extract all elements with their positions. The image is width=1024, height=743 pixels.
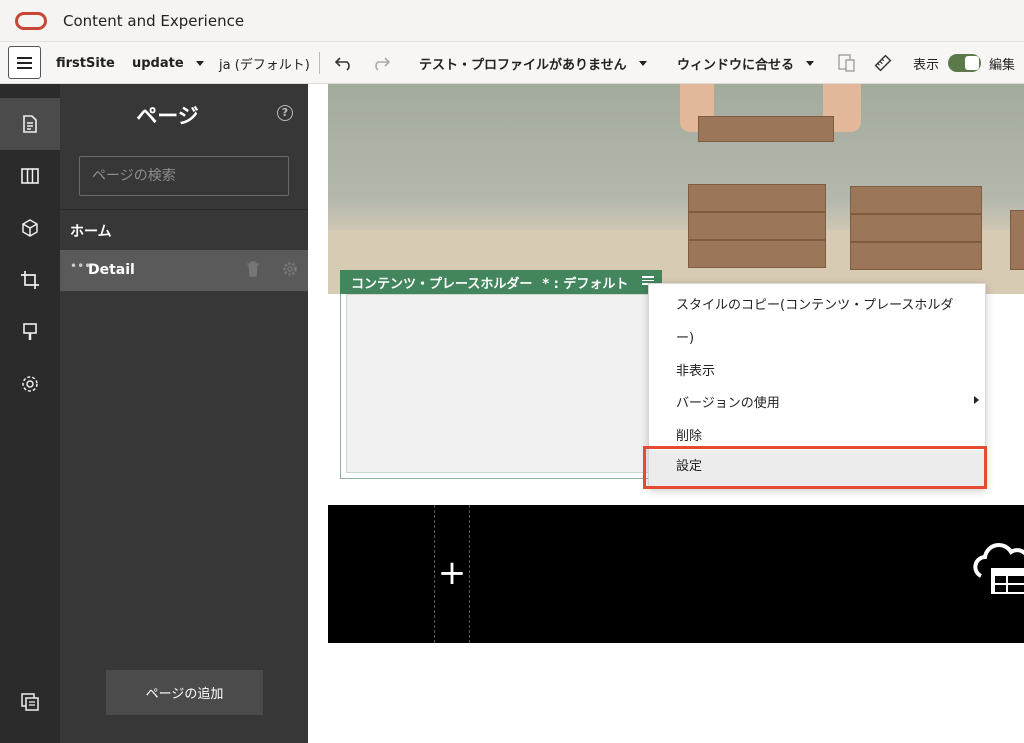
add-page-button[interactable]: ページの追加 [106, 670, 263, 715]
undo-icon[interactable] [334, 42, 354, 84]
update-label: update [132, 55, 184, 71]
highlight-annotation [643, 446, 987, 489]
view-label: 表示 [913, 57, 940, 73]
placeholder-title: コンテンツ・プレースホルダー [351, 276, 533, 292]
crop-icon[interactable] [0, 254, 60, 306]
title-bar: Content and Experience [0, 0, 1024, 42]
update-dropdown[interactable]: update [132, 42, 204, 84]
components-icon[interactable] [0, 202, 60, 254]
fit-window-dropdown[interactable]: ウィンドウに合せる [677, 42, 815, 84]
layout-icon[interactable] [0, 150, 60, 202]
placeholder-default-label: * : デフォルト [542, 276, 629, 292]
hamburger-menu-button[interactable] [8, 46, 41, 79]
test-profile-dropdown[interactable]: テスト・プロファイルがありません [419, 42, 647, 84]
fit-window-label: ウィンドウに合せる [677, 57, 795, 73]
settings-icon[interactable] [0, 358, 60, 410]
oracle-logo-icon [15, 11, 47, 30]
left-rail [0, 84, 60, 743]
hero-image [328, 84, 1024, 294]
theme-icon[interactable] [0, 306, 60, 358]
chevron-down-icon [638, 60, 647, 66]
chevron-down-icon [806, 60, 815, 66]
chevron-down-icon [195, 60, 204, 66]
language-selector[interactable]: ja (デフォルト) [219, 42, 310, 84]
menu-item-copy-style[interactable]: スタイルのコピー(コンテンツ・プレースホルダ [649, 294, 987, 318]
toolbar-divider [319, 52, 320, 74]
ruler-icon[interactable] [873, 42, 893, 84]
plus-icon[interactable]: + [435, 555, 469, 591]
page-search-input[interactable] [79, 156, 289, 196]
menu-item-use-version[interactable]: バージョンの使用 [649, 392, 987, 416]
toggle-switch[interactable] [948, 54, 981, 72]
pages-icon[interactable] [0, 98, 60, 150]
edit-mode-toggle[interactable] [948, 42, 981, 84]
menu-item-label: バージョンの使用 [676, 396, 780, 411]
site-name[interactable]: firstSite [56, 42, 115, 84]
app-title: Content and Experience [63, 11, 245, 30]
editor-toolbar: firstSite update ja (デフォルト) テスト・プロファイルがあ… [0, 42, 1024, 84]
help-icon[interactable]: ? [277, 105, 293, 121]
pages-panel: ページ ? ホーム ••• Detail ページの追加 [60, 84, 308, 743]
edit-label: 編集 [989, 57, 1016, 73]
site-tree-icon[interactable] [0, 676, 60, 728]
cloud-icon [971, 540, 1024, 604]
page-item-label: Detail [88, 262, 135, 278]
panel-divider [60, 209, 308, 210]
redo-icon[interactable] [371, 42, 391, 84]
footer-section: + [328, 505, 1024, 643]
panel-title: ページ [136, 104, 199, 128]
page-item-detail[interactable]: ••• Detail [60, 250, 308, 291]
gear-icon[interactable] [282, 261, 298, 281]
trash-icon[interactable] [246, 261, 260, 281]
menu-item-copy-style-cont[interactable]: ー) [649, 327, 987, 351]
test-profile-label: テスト・プロファイルがありません [419, 57, 627, 73]
page-item-home[interactable]: ホーム [70, 221, 112, 241]
menu-item-hide[interactable]: 非表示 [649, 360, 987, 384]
placeholder-header[interactable]: コンテンツ・プレースホルダー * : デフォルト [340, 270, 662, 294]
chevron-right-icon [974, 396, 979, 404]
device-preview-icon[interactable] [837, 42, 857, 84]
